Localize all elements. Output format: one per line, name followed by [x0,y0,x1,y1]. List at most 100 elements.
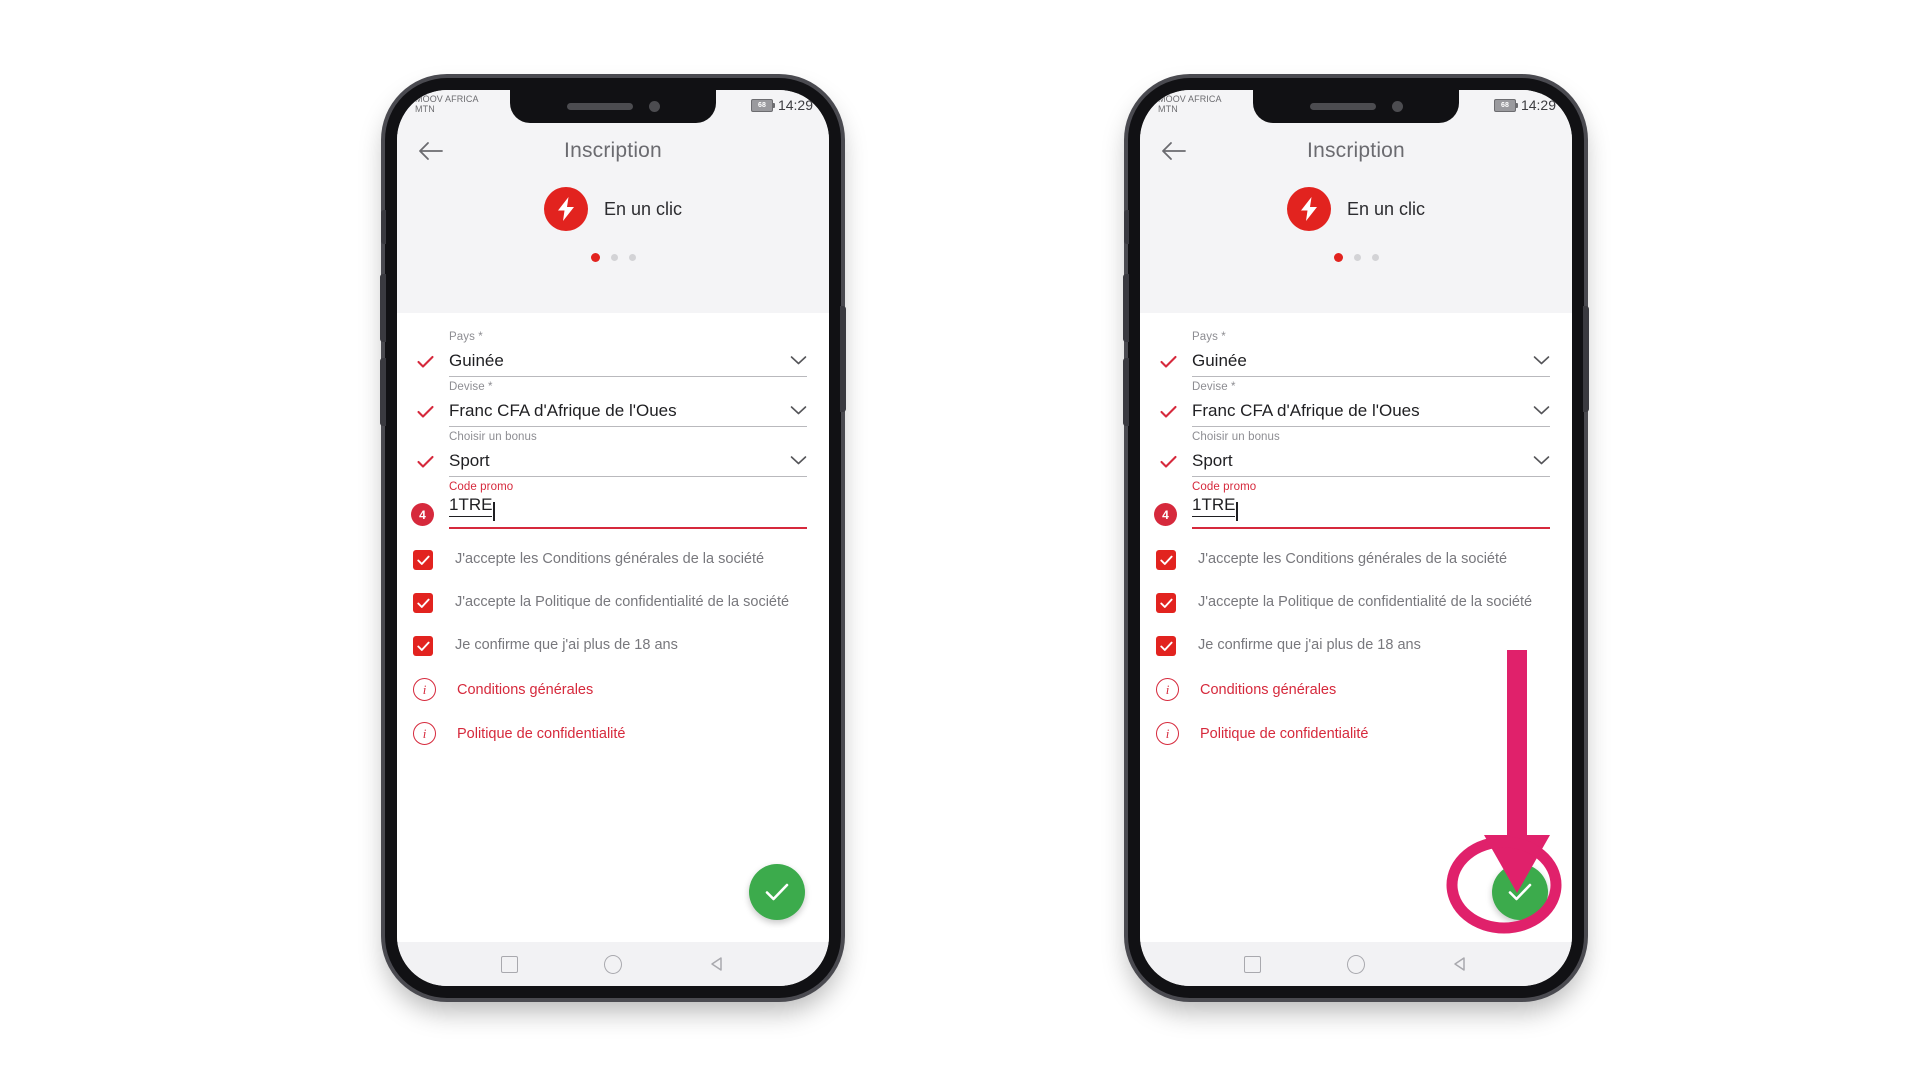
phone-volume-up-button[interactable] [1123,274,1129,342]
app-bar: Inscription [1140,123,1572,179]
step-number-badge: 4 [411,503,434,526]
phone-screen: MOOV AFRICA MTN 68 14:29 Inscription En … [1140,90,1572,986]
arrow-left-icon[interactable] [415,136,445,166]
phone-power-button[interactable] [1583,306,1589,412]
registration-form: Pays * Guinée Devise * Franc CFA d'Afriq… [397,313,829,942]
square-icon[interactable] [500,955,518,973]
pager-dot-1[interactable] [1333,253,1343,262]
text-caret [1236,502,1238,521]
one-click-label: En un clic [1346,198,1426,219]
phone-volume-up-button[interactable] [380,274,386,342]
check-icon [415,402,435,422]
checkbox-row-privacy[interactable]: J'accepte la Politique de confidentialit… [1140,592,1572,613]
field-promo-code-control[interactable]: 1TRE [1192,495,1550,529]
phone-power-button[interactable] [840,306,846,412]
screenshot-canvas: MOOV AFRICA MTN 68 14:29 Inscription En … [0,0,1920,1080]
chevron-down-icon[interactable] [1533,353,1550,371]
arrow-left-icon[interactable] [1158,136,1188,166]
info-icon: i [413,678,436,701]
chevron-down-icon[interactable] [1533,453,1550,471]
promo-code-input[interactable]: 1TRE [449,495,493,517]
link-row-privacy[interactable]: i Politique de confidentialité [1140,722,1572,745]
lightning-bolt-icon [1286,187,1331,231]
pager-dot-1[interactable] [590,253,600,262]
pager-dot-3[interactable] [1371,254,1379,261]
pager-dot-2[interactable] [1353,254,1361,261]
field-country-control[interactable]: Guinée [449,345,807,377]
carrier-label: MOOV AFRICA MTN [415,94,479,114]
step-number-badge: 4 [1154,503,1177,526]
app-header: Inscription En un clic [397,123,829,313]
triangle-left-icon[interactable] [1451,955,1469,973]
field-promo-code-label: Code promo [449,481,514,493]
checkbox-terms[interactable] [1156,550,1176,570]
pager-dot-2[interactable] [610,254,618,261]
pager-dot-3[interactable] [628,254,636,261]
field-promo-code-control[interactable]: 1TRE [449,495,807,529]
one-click-banner: En un clic [1140,187,1572,231]
checkbox-age-label: Je confirme que j'ai plus de 18 ans [1198,637,1421,653]
field-currency-control[interactable]: Franc CFA d'Afrique de l'Ouest (X [1192,395,1550,427]
chevron-down-icon[interactable] [1533,403,1550,421]
field-currency-control[interactable]: Franc CFA d'Afrique de l'Ouest (X [449,395,807,427]
front-camera [1391,101,1403,112]
checkbox-age[interactable] [413,636,433,656]
field-bonus-value: Sport [449,451,490,470]
phone-volume-down-button[interactable] [1123,358,1129,426]
check-icon [415,352,435,372]
chevron-down-icon[interactable] [790,453,807,471]
chevron-down-icon[interactable] [790,353,807,371]
page-title: Inscription [564,139,662,162]
info-icon: i [413,722,436,745]
field-country-control[interactable]: Guinée [1192,345,1550,377]
field-country-value: Guinée [449,351,504,370]
phone-volume-down-button[interactable] [380,358,386,426]
promo-code-input-wrap[interactable]: 1TRE [1192,495,1238,522]
link-terms-label[interactable]: Conditions générales [457,682,593,698]
checkbox-privacy[interactable] [1156,593,1176,613]
phone-notch [510,90,716,123]
link-terms-label[interactable]: Conditions générales [1200,682,1336,698]
triangle-left-icon[interactable] [708,955,726,973]
checkbox-age[interactable] [1156,636,1176,656]
link-row-privacy[interactable]: i Politique de confidentialité [397,722,829,745]
circle-icon[interactable] [1347,954,1365,974]
promo-code-input-wrap[interactable]: 1TRE [449,495,495,522]
field-bonus-control[interactable]: Sport [1192,445,1550,477]
phone-mute-switch[interactable] [381,210,386,244]
circle-icon[interactable] [604,954,622,974]
link-privacy-label[interactable]: Politique de confidentialité [457,726,625,742]
submit-button[interactable] [749,864,805,920]
phone-mute-switch[interactable] [1124,210,1129,244]
field-currency-value: Franc CFA d'Afrique de l'Ouest (X [1192,401,1420,420]
checkbox-row-age[interactable]: Je confirme que j'ai plus de 18 ans [1140,635,1572,656]
submit-button[interactable] [1492,864,1548,920]
square-icon[interactable] [1243,955,1261,973]
check-icon [1508,883,1532,901]
clock-label: 14:29 [1520,97,1556,113]
checkbox-privacy[interactable] [413,593,433,613]
checkbox-row-age[interactable]: Je confirme que j'ai plus de 18 ans [397,635,829,656]
annotation-overlay [1446,650,1562,934]
check-icon [1158,352,1178,372]
check-icon [1158,452,1178,472]
link-privacy-label[interactable]: Politique de confidentialité [1200,726,1368,742]
checkbox-terms-label: J'accepte les Conditions générales de la… [1198,551,1508,567]
link-row-terms[interactable]: i Conditions générales [397,678,829,701]
field-promo-code-label: Code promo [1192,481,1257,493]
checkbox-row-terms[interactable]: J'accepte les Conditions générales de la… [1140,549,1572,570]
field-bonus-control[interactable]: Sport [449,445,807,477]
info-icon: i [1156,722,1179,745]
link-row-terms[interactable]: i Conditions générales [1140,678,1572,701]
field-country-label: Pays * [1192,331,1226,343]
chevron-down-icon[interactable] [790,403,807,421]
checkbox-row-terms[interactable]: J'accepte les Conditions générales de la… [397,549,829,570]
one-click-banner: En un clic [397,187,829,231]
promo-code-input[interactable]: 1TRE [1192,495,1236,517]
consent-checkbox-group: J'accepte les Conditions générales de la… [1140,549,1572,656]
status-bar-right: 68 14:29 [1493,94,1556,113]
pager-dots [1140,253,1572,262]
checkbox-row-privacy[interactable]: J'accepte la Politique de confidentialit… [397,592,829,613]
checkbox-privacy-label: J'accepte la Politique de confidentialit… [1198,594,1533,610]
checkbox-terms[interactable] [413,550,433,570]
